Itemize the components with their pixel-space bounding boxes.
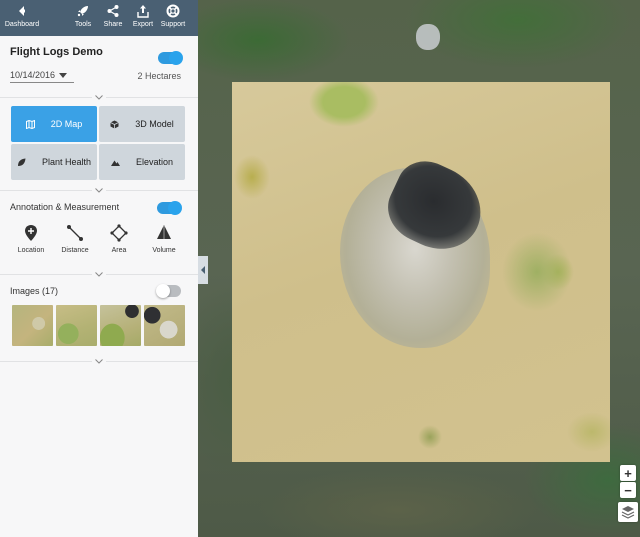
export-button[interactable]: Export	[130, 0, 156, 36]
zoom-in-button[interactable]: +	[620, 465, 636, 481]
view-2d-map-button[interactable]: 2D Map	[11, 106, 97, 142]
share-button[interactable]: Share	[100, 0, 126, 36]
annotation-toggle[interactable]	[157, 201, 182, 215]
date-value: 10/14/2016	[10, 70, 56, 80]
share-label: Share	[103, 21, 123, 28]
view-3d-model-button[interactable]: 3D Model	[99, 106, 185, 142]
layers-icon	[621, 506, 635, 519]
distance-tool[interactable]: Distance	[55, 224, 95, 254]
terrain-feature	[416, 24, 440, 50]
area-size: 2 Hectares	[137, 71, 181, 81]
tools-label: Tools	[74, 21, 92, 28]
orthomosaic-image	[232, 82, 610, 462]
view-plant-health-button[interactable]: Plant Health	[11, 144, 97, 180]
collapse-chevron-icon[interactable]	[92, 93, 106, 101]
cube-icon	[110, 120, 119, 128]
map-icon	[25, 119, 35, 129]
map-view[interactable]: + −	[198, 0, 640, 537]
toggle-knob	[168, 201, 182, 215]
tool-label: Volume	[152, 247, 176, 254]
location-tool[interactable]: Location	[11, 224, 51, 254]
volume-icon	[157, 225, 171, 239]
chevron-down-icon	[59, 72, 68, 78]
collapse-chevron-icon[interactable]	[92, 357, 106, 365]
page-title: Flight Logs Demo	[10, 46, 103, 58]
sidebar-collapse-tab[interactable]	[198, 256, 208, 284]
toggle-knob	[156, 284, 170, 298]
collapse-chevron-icon[interactable]	[92, 270, 106, 278]
support-label: Support	[160, 21, 186, 28]
tools-button[interactable]: Tools	[70, 0, 96, 36]
tool-label: Location	[17, 247, 45, 254]
images-toggle[interactable]	[156, 284, 181, 298]
image-thumbnail[interactable]	[12, 305, 53, 346]
chevron-left-icon	[201, 266, 205, 274]
layers-button[interactable]	[618, 502, 638, 522]
view-label: 2D Map	[50, 119, 83, 129]
image-thumbnail[interactable]	[56, 305, 97, 346]
images-section-title: Images (17)	[10, 286, 59, 296]
zoom-out-button[interactable]: −	[620, 482, 636, 498]
volume-tool[interactable]: Volume	[144, 224, 184, 254]
export-label: Export	[132, 21, 154, 28]
lifebuoy-icon	[166, 4, 180, 18]
sidebar: Flight Logs Demo 10/14/2016 2 Hectares 2…	[0, 36, 198, 537]
tool-label: Area	[111, 247, 127, 254]
flight-log-toggle[interactable]	[158, 51, 183, 65]
toggle-knob	[169, 51, 183, 65]
area-icon	[110, 224, 128, 242]
location-pin-icon	[25, 225, 37, 241]
tool-label: Distance	[61, 247, 89, 254]
leaf-icon	[17, 158, 26, 166]
date-dropdown[interactable]: 10/14/2016	[10, 68, 74, 83]
top-toolbar: Dashboard Tools Share Export Support	[0, 0, 198, 36]
view-label: 3D Model	[135, 119, 174, 129]
area-tool[interactable]: Area	[99, 224, 139, 254]
view-label: Elevation	[135, 157, 174, 167]
vegetation-patch	[502, 232, 572, 312]
share-icon	[107, 5, 119, 17]
image-thumbnail[interactable]	[144, 305, 185, 346]
mountain-icon	[110, 160, 120, 166]
export-icon	[137, 5, 149, 18]
back-arrow-icon	[19, 6, 25, 16]
view-label: Plant Health	[41, 157, 92, 167]
distance-icon	[67, 225, 83, 241]
rocket-icon	[77, 6, 88, 17]
image-thumbnail[interactable]	[100, 305, 141, 346]
collapse-chevron-icon[interactable]	[92, 186, 106, 194]
dashboard-button[interactable]: Dashboard	[2, 0, 42, 36]
annotation-section-title: Annotation & Measurement	[10, 202, 120, 212]
view-elevation-button[interactable]: Elevation	[99, 144, 185, 180]
support-button[interactable]: Support	[159, 0, 187, 36]
dashboard-label: Dashboard	[4, 21, 40, 28]
